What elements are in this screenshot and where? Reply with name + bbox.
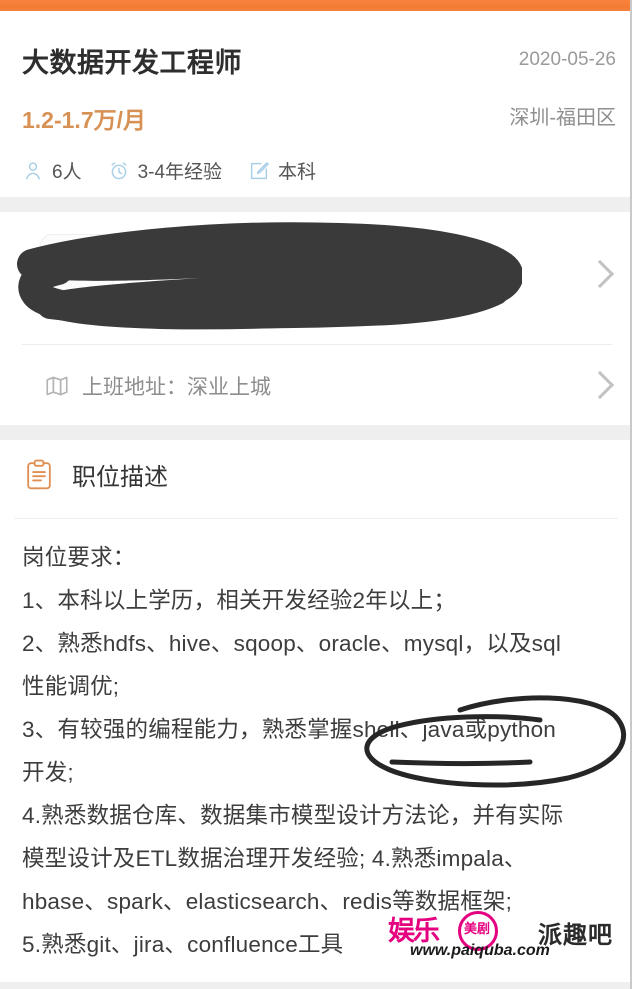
- watermark: 娱乐 美剧 www.paiquba.com 派趣吧: [388, 909, 618, 965]
- watermark-circle-text: 美剧: [464, 921, 491, 936]
- desc-line: 1、本科以上学历，相关开发经验2年以上；: [22, 588, 457, 613]
- work-address-row[interactable]: 上班地址：深业上城: [0, 345, 630, 425]
- meta-experience: 3-4年经验: [108, 157, 222, 184]
- chevron-right-icon[interactable]: [585, 370, 615, 400]
- work-address-inner: 上班地址：深业上城: [44, 371, 271, 401]
- job-detail-page: 大数据开发工程师 2020-05-26 1.2-1.7万/月 深圳-福田区 6人: [0, 0, 632, 989]
- meta-headcount-label: 6人: [52, 162, 82, 183]
- logo-mark: [51, 257, 97, 279]
- chevron-right-icon[interactable]: [585, 259, 615, 289]
- desc-line: 2、熟悉hdfs、hive、sqoop、oracle、mysql，以及sql: [22, 631, 562, 656]
- desc-line: 3、有较强的编程能力，熟悉掌握shell、java或python: [22, 717, 557, 742]
- bottom-separator: [0, 982, 630, 989]
- clipboard-icon: [24, 459, 54, 491]
- desc-line: 岗位要求：: [22, 545, 136, 570]
- map-icon: [44, 373, 70, 399]
- top-accent-bar: [0, 0, 630, 11]
- job-header-card: 大数据开发工程师 2020-05-26 1.2-1.7万/月 深圳-福田区 6人: [0, 11, 630, 197]
- company-card: 机软件... 上班地址：深业上城: [0, 212, 630, 425]
- company-row[interactable]: 机软件...: [0, 212, 630, 344]
- job-description-title: 职位描述: [72, 464, 168, 491]
- meta-experience-label: 3-4年经验: [137, 162, 223, 183]
- desc-line: 4.熟悉数据仓库、数据集市模型设计方法论，并有实际: [22, 803, 564, 828]
- divider: [14, 518, 618, 519]
- desc-line: 模型设计及ETL数据治理开发经验; 4.熟悉impala、: [22, 846, 527, 871]
- watermark-brand: 派趣吧: [538, 922, 613, 949]
- job-description-header: 职位描述: [24, 457, 168, 492]
- work-address-label: 上班地址：深业上城: [82, 376, 271, 399]
- company-industry-tail: 机软件...: [396, 287, 477, 310]
- edit-pencil-icon: [248, 160, 270, 182]
- job-description-body: 岗位要求： 1、本科以上学历，相关开发经验2年以上； 2、熟悉hdfs、hive…: [22, 536, 618, 966]
- company-logo: [40, 234, 114, 308]
- location-text: 深圳-福田区: [509, 107, 616, 129]
- post-date: 2020-05-26: [518, 49, 616, 70]
- meta-headcount: 6人: [22, 157, 82, 184]
- alarm-clock-icon: [108, 160, 130, 182]
- salary-text: 1.2-1.7万/月: [22, 107, 146, 133]
- watermark-url: www.paiquba.com: [410, 942, 550, 959]
- meta-education: 本科: [248, 157, 316, 184]
- section-separator-2: [0, 425, 630, 440]
- job-description-card: 职位描述 岗位要求： 1、本科以上学历，相关开发经验2年以上； 2、熟悉hdfs…: [0, 440, 630, 989]
- meta-education-label: 本科: [278, 162, 317, 183]
- job-meta-row: 6人 3-4年经验 本科: [22, 157, 316, 184]
- section-separator-1: [0, 197, 630, 212]
- person-icon: [22, 160, 44, 182]
- desc-line: 开发;: [22, 760, 74, 785]
- page-title: 大数据开发工程师: [22, 48, 242, 78]
- desc-line: 性能调优;: [22, 674, 120, 699]
